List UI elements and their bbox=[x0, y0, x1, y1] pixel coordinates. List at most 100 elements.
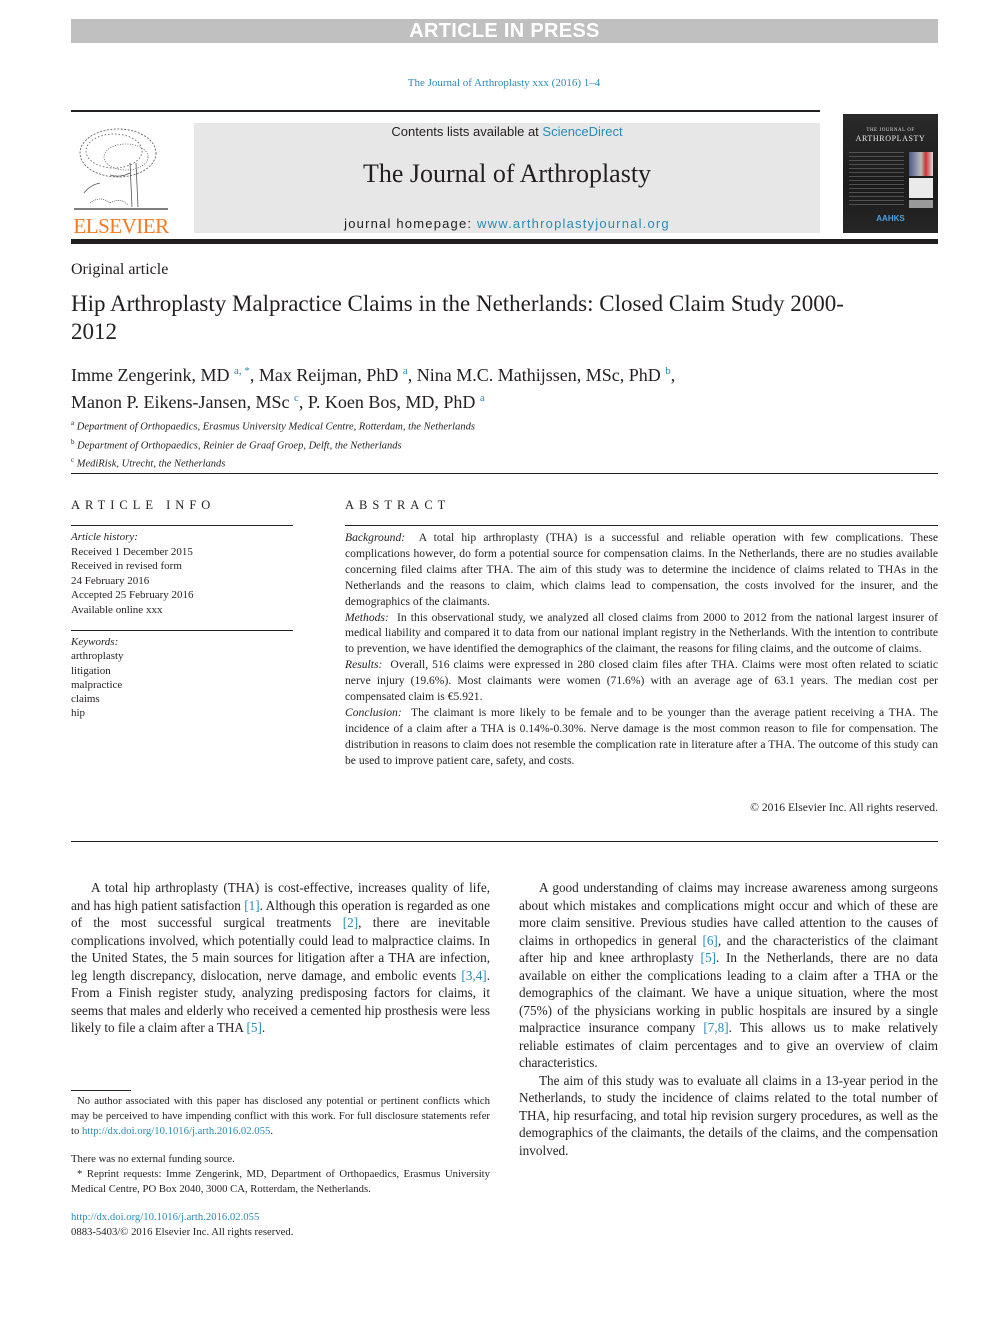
affiliation-text: Department of Orthopaedics, Erasmus Univ… bbox=[74, 421, 475, 433]
doi-block: http://dx.doi.org/10.1016/j.arth.2016.02… bbox=[71, 1210, 293, 1240]
sciencedirect-link[interactable]: ScienceDirect bbox=[542, 124, 622, 139]
affiliation: a Department of Orthopaedics, Erasmus Un… bbox=[71, 416, 475, 435]
reprint-footnote: * Reprint requests: Imme Zengerink, MD, … bbox=[71, 1168, 490, 1195]
abstract-section-text: The claimant is more likely to be female… bbox=[345, 705, 938, 767]
keyword[interactable]: arthroplasty bbox=[71, 649, 124, 663]
author-affiliation-marker[interactable]: a bbox=[480, 392, 485, 404]
abstract-section-label: Results: bbox=[345, 658, 383, 672]
article-in-press-banner: ARTICLE IN PRESS bbox=[71, 19, 938, 43]
disclosure-doi-link[interactable]: http://dx.doi.org/10.1016/j.arth.2016.02… bbox=[82, 1125, 270, 1137]
journal-cover-thumbnail[interactable]: THE JOURNAL OF ARTHROPLASTY AAHKS bbox=[843, 114, 938, 233]
author-separator: , bbox=[298, 392, 308, 412]
author-name[interactable]: P. Koen Bos, MD, PhD bbox=[308, 392, 476, 412]
header-divider bbox=[71, 473, 938, 474]
contents-prefix: Contents lists available at bbox=[391, 124, 543, 139]
contents-available-line: Contents lists available at ScienceDirec… bbox=[194, 124, 820, 139]
cover-society-logo: AAHKS bbox=[876, 214, 905, 223]
affiliation-list: a Department of Orthopaedics, Erasmus Un… bbox=[71, 416, 475, 472]
article-doi-link[interactable]: http://dx.doi.org/10.1016/j.arth.2016.02… bbox=[71, 1210, 293, 1225]
author-name[interactable]: Nina M.C. Mathijssen, MSc, PhD bbox=[417, 365, 661, 385]
journal-homepage-line: journal homepage: www.arthroplastyjourna… bbox=[194, 216, 820, 231]
journal-masthead: Contents lists available at ScienceDirec… bbox=[194, 123, 820, 233]
citation-link[interactable]: [6] bbox=[702, 933, 717, 948]
abstract-copyright: © 2016 Elsevier Inc. All rights reserved… bbox=[750, 801, 938, 814]
affiliation-text: Department of Orthopaedics, Reinier de G… bbox=[74, 440, 402, 451]
disclosure-footnote: No author associated with this paper has… bbox=[71, 1095, 490, 1137]
keywords-rule bbox=[71, 630, 293, 631]
abstract-body: Background: A total hip arthroplasty (TH… bbox=[345, 530, 938, 769]
author-separator: , bbox=[670, 365, 676, 385]
abstract-section-text: Overall, 516 claims were expressed in 28… bbox=[345, 658, 938, 704]
cover-image-3 bbox=[909, 200, 933, 208]
abstract-section-label: Conclusion: bbox=[345, 705, 402, 719]
cover-big-title: ARTHROPLASTY bbox=[855, 134, 926, 143]
cover-image-1 bbox=[909, 152, 933, 176]
history-item: 24 February 2016 bbox=[71, 574, 150, 587]
article-info-rule bbox=[71, 525, 293, 526]
abstract-rule bbox=[345, 525, 938, 526]
footnote-rule bbox=[71, 1090, 131, 1091]
body-paragraph: The aim of this study was to evaluate al… bbox=[519, 1072, 938, 1160]
body-text: . bbox=[261, 1020, 266, 1035]
funding-footnote: There was no external funding source. bbox=[71, 1153, 235, 1165]
abstract-section-text: In this observational study, we analyzed… bbox=[345, 610, 938, 656]
history-item: Available online xxx bbox=[71, 603, 163, 616]
keyword[interactable]: claims bbox=[71, 692, 124, 706]
affiliation-text: MediRisk, Utrecht, the Netherlands bbox=[74, 458, 226, 470]
journal-homepage-link[interactable]: www.arthroplastyjournal.org bbox=[477, 216, 670, 231]
article-type: Original article bbox=[71, 261, 169, 278]
affiliation: b Department of Orthopaedics, Reinier de… bbox=[71, 435, 475, 454]
abstract-section-label: Methods: bbox=[345, 610, 389, 624]
abstract-section: Methods: In this observational study, we… bbox=[345, 610, 938, 658]
journal-citation-link[interactable]: The Journal of Arthroplasty xxx (2016) 1… bbox=[0, 77, 990, 89]
affiliation: c MediRisk, Utrecht, the Netherlands bbox=[71, 453, 475, 472]
citation-link[interactable]: [2] bbox=[343, 915, 358, 930]
citation-link[interactable]: [1] bbox=[244, 898, 259, 913]
masthead-bottom-rule bbox=[71, 239, 938, 244]
abstract-section-label: Background: bbox=[345, 531, 406, 544]
author-name[interactable]: Imme Zengerink, MD bbox=[71, 365, 229, 385]
citation-link[interactable]: [5] bbox=[701, 950, 716, 965]
article-info-heading: ARTICLE INFO bbox=[71, 498, 216, 512]
keyword[interactable]: hip bbox=[71, 706, 124, 720]
body-paragraph: A good understanding of claims may incre… bbox=[519, 879, 938, 1072]
keyword[interactable]: litigation bbox=[71, 664, 124, 678]
body-column-left: A total hip arthroplasty (THA) is cost-e… bbox=[71, 879, 490, 1037]
article-title: Hip Arthroplasty Malpractice Claims in t… bbox=[71, 291, 844, 344]
author-name[interactable]: Manon P. Eikens-Jansen, MSc bbox=[71, 392, 290, 412]
keywords-label: Keywords: bbox=[71, 636, 119, 648]
author-separator: , bbox=[249, 365, 259, 385]
body-text: The aim of this study was to evaluate al… bbox=[519, 1072, 938, 1158]
abstract-section: Background: A total hip arthroplasty (TH… bbox=[345, 530, 938, 610]
elsevier-wordmark: ELSEVIER bbox=[73, 214, 169, 238]
cover-text-block bbox=[849, 152, 904, 207]
journal-name: The Journal of Arthroplasty bbox=[362, 159, 652, 188]
footnotes: No author associated with this paper has… bbox=[71, 1094, 490, 1197]
author-list: Imme Zengerink, MD a, *, Max Reijman, Ph… bbox=[71, 360, 871, 414]
body-column-right: A good understanding of claims may incre… bbox=[519, 879, 938, 1159]
citation-link[interactable]: [5] bbox=[247, 1020, 262, 1035]
abstract-heading: ABSTRACT bbox=[345, 498, 451, 512]
abstract-section: Conclusion: The claimant is more likely … bbox=[345, 705, 938, 769]
keyword[interactable]: malpractice bbox=[71, 678, 124, 692]
homepage-prefix: journal homepage: bbox=[344, 216, 478, 231]
keywords-section: Keywords: arthroplasty litigation malpract… bbox=[71, 635, 124, 721]
cover-image-2 bbox=[909, 178, 933, 198]
citation-link[interactable]: [7,8] bbox=[703, 1020, 728, 1035]
body-paragraph: A total hip arthroplasty (THA) is cost-e… bbox=[71, 879, 490, 1037]
abstract-divider bbox=[71, 841, 938, 842]
masthead-top-rule bbox=[71, 110, 820, 112]
article-history-label: Article history: bbox=[71, 531, 138, 543]
abstract-section-text: A total hip arthroplasty (THA) is a succ… bbox=[345, 531, 938, 608]
history-item: Received in revised form bbox=[71, 560, 182, 572]
history-item: Accepted 25 February 2016 bbox=[71, 589, 194, 601]
cover-small-title: THE JOURNAL OF bbox=[866, 128, 915, 133]
history-item: Received 1 December 2015 bbox=[71, 545, 193, 558]
author-separator: , bbox=[407, 365, 417, 385]
abstract-section: Results: Overall, 516 claims were expres… bbox=[345, 657, 938, 705]
author-name[interactable]: Max Reijman, PhD bbox=[259, 365, 399, 385]
article-history: Article history: Received 1 December 201… bbox=[71, 530, 194, 617]
author-affiliation-marker[interactable]: a, * bbox=[234, 365, 250, 377]
issn-copyright: 0883-5403/© 2016 Elsevier Inc. All right… bbox=[71, 1226, 294, 1238]
citation-link[interactable]: [3,4] bbox=[461, 968, 486, 983]
